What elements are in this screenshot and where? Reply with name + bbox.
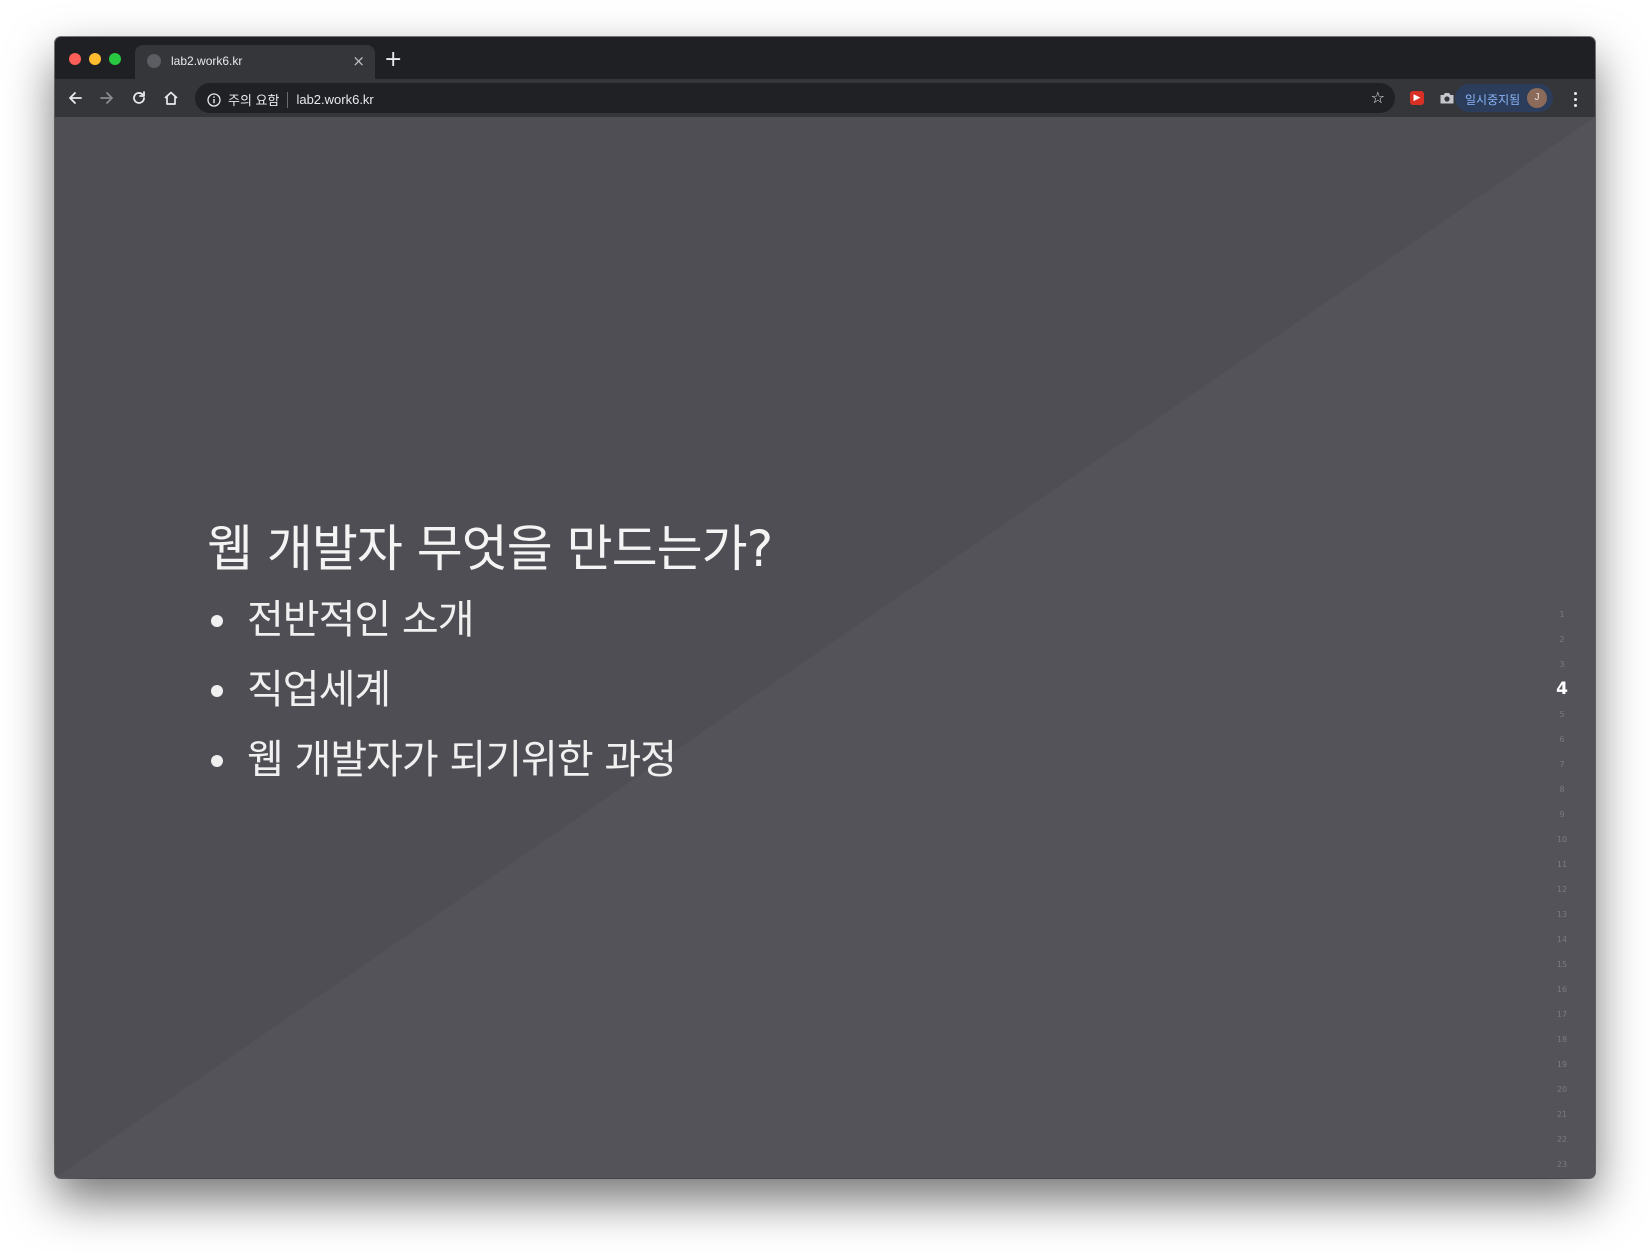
arrow-right-icon [100, 92, 113, 104]
slide-viewport: 웹 개발자 무엇을 만드는가? 전반적인 소개직업세계웹 개발자가 되기위한 과… [55, 117, 1595, 1178]
page-link-13[interactable]: 13 [1547, 902, 1577, 927]
bullet-text: 전반적인 소개 [247, 597, 475, 643]
divider [287, 91, 289, 108]
address-bar[interactable]: 주의 요함 lab2.work6.kr ☆ [195, 83, 1395, 113]
avatar: J [1527, 88, 1547, 108]
site-info[interactable]: 주의 요함 lab2.work6.kr [207, 90, 374, 109]
page-link-20[interactable]: 20 [1547, 1077, 1577, 1102]
bullet-dot-icon [211, 615, 223, 627]
close-tab-icon[interactable]: × [352, 51, 365, 71]
page-link-7[interactable]: 7 [1547, 752, 1577, 777]
info-icon [207, 92, 221, 107]
reload-icon [133, 91, 145, 104]
camera-icon[interactable] [1437, 88, 1457, 108]
page-link-15[interactable]: 15 [1547, 952, 1577, 977]
page-link-18[interactable]: 18 [1547, 1027, 1577, 1052]
page-link-16[interactable]: 16 [1547, 977, 1577, 1002]
back-button[interactable] [61, 84, 89, 112]
arrow-left-icon [69, 92, 82, 104]
page-link-10[interactable]: 10 [1547, 827, 1577, 852]
menu-more-icon[interactable] [1565, 89, 1585, 109]
bullet-text: 웹 개발자가 되기위한 과정 [247, 737, 677, 783]
page-link-17[interactable]: 17 [1547, 1002, 1577, 1027]
minimize-window-button[interactable] [89, 53, 101, 65]
page-link-14[interactable]: 14 [1547, 927, 1577, 952]
page-link-12[interactable]: 12 [1547, 877, 1577, 902]
slide-pagination: 1 2 3 4 5 6 7 8 9 10 11 12 13 14 15 16 17 18 19 20 21 22 23 [1547, 602, 1577, 1177]
slide-bullet-list: 전반적인 소개직업세계웹 개발자가 되기위한 과정 [211, 595, 677, 805]
maximize-window-button[interactable] [109, 53, 121, 65]
page-link-6[interactable]: 6 [1547, 727, 1577, 752]
page-link-19[interactable]: 19 [1547, 1052, 1577, 1077]
profile-status-label: 일시중지됨 [1465, 93, 1521, 107]
page-link-2[interactable]: 2 [1547, 627, 1577, 652]
bullet-dot-icon [211, 755, 223, 767]
page-link-22[interactable]: 22 [1547, 1127, 1577, 1152]
profile-button[interactable]: 일시중지됨 J [1455, 84, 1553, 112]
home-icon [164, 91, 178, 105]
home-button[interactable] [157, 84, 185, 112]
page-link-9[interactable]: 9 [1547, 802, 1577, 827]
bullet-item: 직업세계 [211, 665, 676, 735]
tab-title: lab2.work6.kr [171, 54, 243, 68]
page-link-1[interactable]: 1 [1547, 602, 1577, 627]
tab-strip: lab2.work6.kr × + [55, 37, 1595, 79]
close-window-button[interactable] [69, 53, 81, 65]
bullet-dot-icon [211, 685, 223, 697]
url-text: lab2.work6.kr [296, 92, 374, 107]
page-link-21[interactable]: 21 [1547, 1102, 1577, 1127]
extension-red-icon[interactable]: ▶ [1407, 88, 1427, 108]
bullet-item: 웹 개발자가 되기위한 과정 [211, 735, 677, 805]
page-link-4[interactable]: 4 [1547, 677, 1577, 702]
slide-title: 웹 개발자 무엇을 만드는가? [207, 520, 773, 578]
bullet-item: 전반적인 소개 [211, 595, 676, 665]
security-label: 주의 요함 [228, 93, 280, 108]
globe-icon [147, 54, 161, 68]
page-link-5[interactable]: 5 [1547, 702, 1577, 727]
page-link-8[interactable]: 8 [1547, 777, 1577, 802]
browser-toolbar: 주의 요함 lab2.work6.kr ☆ ▶ 일시중지됨 J [55, 79, 1595, 117]
bookmark-star-icon[interactable]: ☆ [1371, 88, 1385, 108]
page-link-3[interactable]: 3 [1547, 652, 1577, 677]
browser-tab[interactable]: lab2.work6.kr × [135, 45, 375, 79]
new-tab-button[interactable]: + [384, 49, 402, 71]
browser-window: lab2.work6.kr × + 주의 요함 lab2.work6.kr ☆ … [55, 37, 1595, 1178]
reload-button[interactable] [125, 84, 153, 112]
bullet-text: 직업세계 [247, 667, 391, 713]
page-link-23[interactable]: 23 [1547, 1152, 1577, 1177]
forward-button[interactable] [93, 84, 121, 112]
page-link-11[interactable]: 11 [1547, 852, 1577, 877]
